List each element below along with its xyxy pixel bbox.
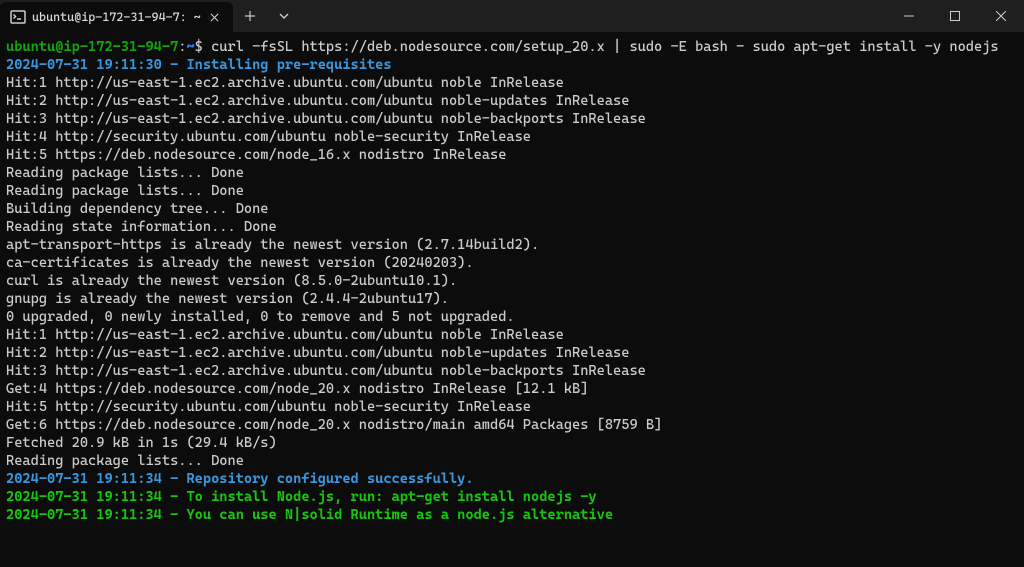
output-line: Fetched 20.9 kB in 1s (29.4 kB/s)	[6, 434, 1018, 452]
output-line: Hit:5 https://deb.nodesource.com/node_16…	[6, 146, 1018, 164]
tab-title: ubuntu@ip-172-31-94-7: ~	[32, 10, 201, 24]
output-line: Hit:4 http://security.ubuntu.com/ubuntu …	[6, 128, 1018, 146]
output-line: apt-transport-https is already the newes…	[6, 236, 1018, 254]
prompt-symbol: $	[195, 39, 211, 55]
new-tab-button[interactable]	[233, 0, 267, 32]
tab-dropdown-button[interactable]	[267, 0, 301, 32]
window-controls	[886, 0, 1024, 32]
command-text: curl -fsSL https://deb.nodesource.com/se…	[211, 39, 999, 55]
output-line: Reading state information... Done	[6, 218, 1018, 236]
close-window-button[interactable]	[978, 0, 1024, 32]
titlebar-drag-region[interactable]	[301, 0, 886, 32]
output-line: Reading package lists... Done	[6, 452, 1018, 470]
output-line: 2024-07-31 19:11:34 - Repository configu…	[6, 470, 1018, 488]
prompt-user-host: ubuntu@ip-172-31-94-7	[6, 39, 178, 55]
output-line: Hit:2 http://us-east-1.ec2.archive.ubunt…	[6, 344, 1018, 362]
output-line: Hit:2 http://us-east-1.ec2.archive.ubunt…	[6, 92, 1018, 110]
output-line: 2024-07-31 19:11:34 - You can use N|soli…	[6, 506, 1018, 524]
tab-active[interactable]: ubuntu@ip-172-31-94-7: ~	[0, 2, 233, 32]
output-line: Hit:1 http://us-east-1.ec2.archive.ubunt…	[6, 326, 1018, 344]
terminal-window: ubuntu@ip-172-31-94-7: ~	[0, 0, 1024, 567]
output-line: 2024-07-31 19:11:34 - To install Node.js…	[6, 488, 1018, 506]
output-line: Get:6 https://deb.nodesource.com/node_20…	[6, 416, 1018, 434]
output-line: ca-certificates is already the newest ve…	[6, 254, 1018, 272]
output-line: curl is already the newest version (8.5.…	[6, 272, 1018, 290]
output-line: Reading package lists... Done	[6, 182, 1018, 200]
tab-actions	[233, 0, 301, 32]
minimize-button[interactable]	[886, 0, 932, 32]
output-line: Hit:1 http://us-east-1.ec2.archive.ubunt…	[6, 74, 1018, 92]
output-line: gnupg is already the newest version (2.4…	[6, 290, 1018, 308]
terminal-icon	[10, 9, 26, 25]
prompt-line: ubuntu@ip-172-31-94-7:~$ curl -fsSL http…	[6, 38, 1018, 56]
output-line: Hit:3 http://us-east-1.ec2.archive.ubunt…	[6, 110, 1018, 128]
output-line: Building dependency tree... Done	[6, 200, 1018, 218]
prompt-path: ~	[186, 39, 194, 55]
output-line: Reading package lists... Done	[6, 164, 1018, 182]
output-line: Hit:5 http://security.ubuntu.com/ubuntu …	[6, 398, 1018, 416]
maximize-button[interactable]	[932, 0, 978, 32]
titlebar: ubuntu@ip-172-31-94-7: ~	[0, 0, 1024, 32]
output-line: Get:4 https://deb.nodesource.com/node_20…	[6, 380, 1018, 398]
output-line: 0 upgraded, 0 newly installed, 0 to remo…	[6, 308, 1018, 326]
output-line: Hit:3 http://us-east-1.ec2.archive.ubunt…	[6, 362, 1018, 380]
tab-close-button[interactable]	[207, 9, 223, 25]
output-line: 2024-07-31 19:11:30 - Installing pre-req…	[6, 56, 1018, 74]
terminal-output[interactable]: ubuntu@ip-172-31-94-7:~$ curl -fsSL http…	[0, 32, 1024, 567]
